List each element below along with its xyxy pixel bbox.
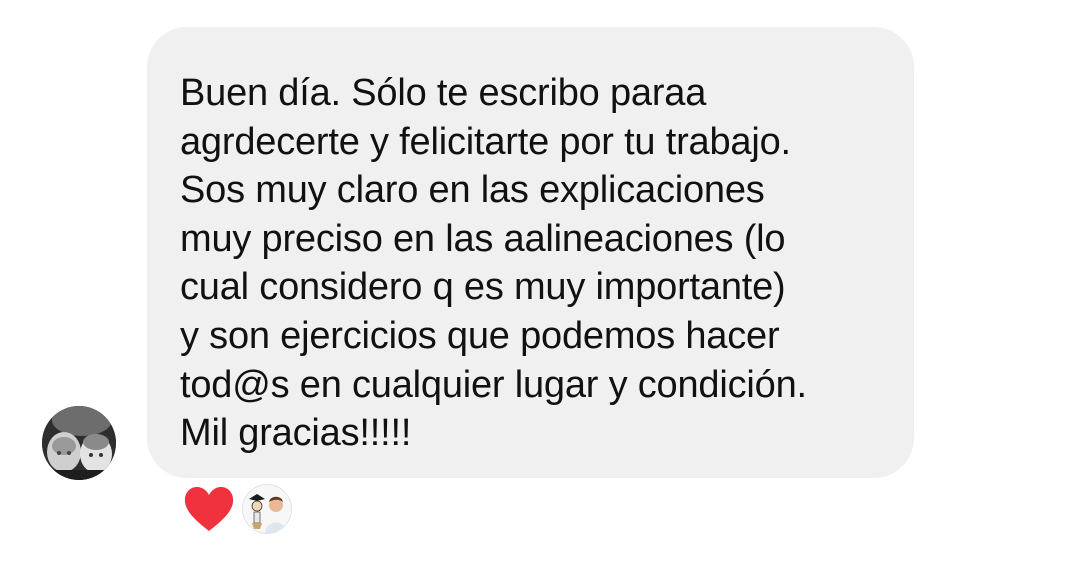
reactor-avatar-photo-icon — [243, 485, 291, 533]
sender-avatar-photo-icon — [42, 406, 116, 480]
message-bubble[interactable]: Buen día. Sólo te escribo paraa agrdecer… — [147, 27, 914, 478]
message-text: Buen día. Sólo te escribo paraa agrdecer… — [180, 72, 807, 455]
message-thread: Buen día. Sólo te escribo paraa agrdecer… — [0, 0, 1080, 573]
reactor-avatar[interactable] — [243, 485, 291, 533]
heart-icon — [184, 487, 234, 531]
message-reactions[interactable] — [183, 484, 291, 534]
sender-avatar[interactable] — [42, 406, 116, 480]
